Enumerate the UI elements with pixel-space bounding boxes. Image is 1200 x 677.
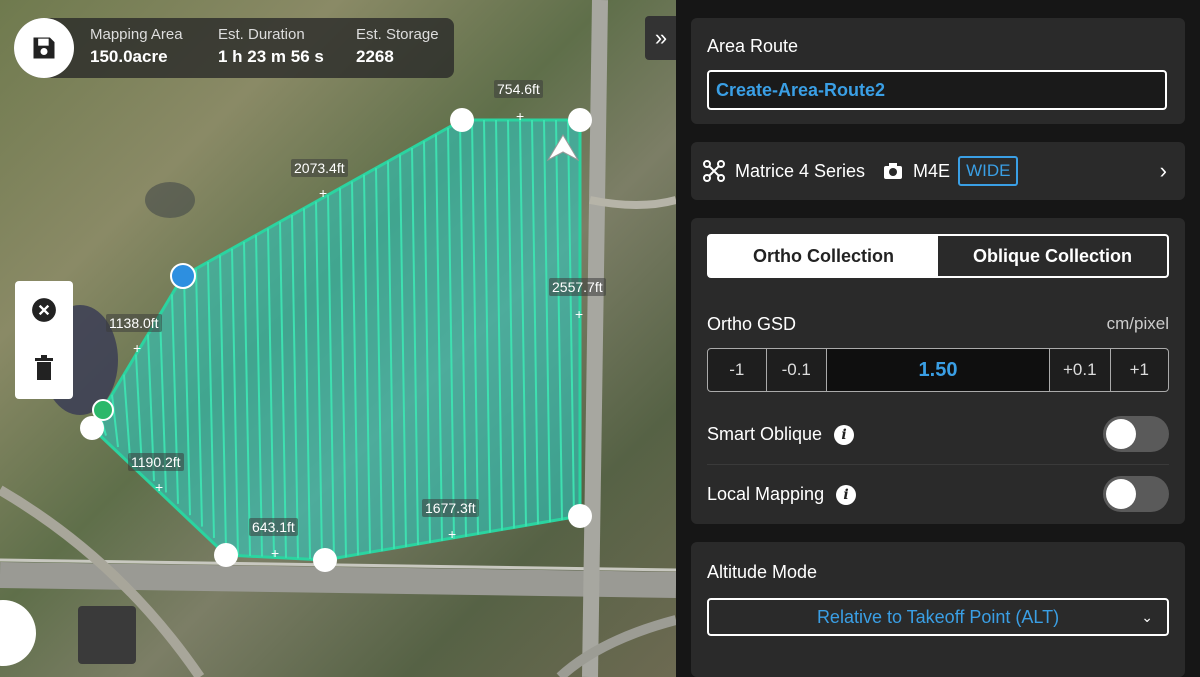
camera-model: M4E (913, 160, 951, 181)
stat-value: 150.0acre (90, 47, 168, 66)
save-icon (33, 37, 55, 59)
gsd-label: Ortho GSD (707, 314, 797, 334)
route-name-input[interactable]: Create-Area-Route2 (707, 70, 1167, 110)
smart-oblique-toggle[interactable] (1103, 416, 1169, 452)
chevron-down-icon: ⌄ (1141, 608, 1153, 625)
drone-icon (703, 160, 725, 182)
collapse-panel-button[interactable]: » (645, 16, 676, 60)
delete-button[interactable] (15, 339, 73, 397)
gsd-plus-0.1-button[interactable]: +0.1 (1050, 349, 1111, 391)
stat-mapping-area: Mapping Area 150.0acre (90, 26, 183, 67)
stat-label: Est. Duration (218, 26, 305, 43)
altitude-card: Altitude Mode Relative to Takeoff Point … (691, 542, 1185, 677)
gsd-stepper: -1 -0.1 1.50 +0.1 +1 (707, 348, 1169, 392)
divider (707, 464, 1169, 465)
gsd-minus-1-button[interactable]: -1 (708, 349, 767, 391)
edge-distance-label: 754.6ft (494, 80, 543, 98)
cancel-button[interactable] (15, 281, 73, 339)
double-chevron-right-icon: » (654, 25, 668, 50)
info-icon[interactable]: i (834, 424, 855, 445)
tab-oblique-collection[interactable]: Oblique Collection (938, 236, 1167, 276)
stat-value: 1 h 23 m 56 s (218, 47, 324, 66)
chevron-right-icon: › (1159, 158, 1167, 183)
camera-icon (884, 163, 903, 179)
edit-toolbar (15, 281, 73, 399)
stat-value: 2268 (356, 47, 394, 66)
smart-oblique-label: Smart Oblique (707, 424, 823, 444)
smart-oblique-row: Smart Oblique i (707, 424, 855, 445)
route-settings-panel: Area Route Create-Area-Route2 Matrice 4 … (676, 0, 1200, 677)
stat-est-storage: Est. Storage 2268 (356, 26, 439, 67)
gsd-unit: cm/pixel (1106, 314, 1169, 333)
edge-distance-label: 1138.0ft (106, 314, 162, 332)
edge-distance-label: 1190.2ft (128, 453, 184, 471)
collection-segmented-control: Ortho Collection Oblique Collection (707, 234, 1169, 278)
toggle-knob (1106, 419, 1136, 449)
info-icon[interactable]: i (836, 484, 857, 505)
minimap-toggle[interactable] (78, 606, 136, 664)
local-mapping-toggle[interactable] (1103, 476, 1169, 512)
altitude-mode-label: Altitude Mode (707, 562, 818, 582)
gsd-plus-1-button[interactable]: +1 (1111, 349, 1169, 391)
tab-ortho-collection[interactable]: Ortho Collection (709, 236, 938, 276)
gsd-minus-0.1-button[interactable]: -0.1 (767, 349, 827, 391)
map-view[interactable]: Mapping Area 150.0acre Est. Duration 1 h… (0, 0, 676, 677)
edge-distance-label: 2557.7ft (549, 278, 606, 296)
area-route-card: Area Route Create-Area-Route2 (691, 18, 1185, 124)
stat-label: Est. Storage (356, 26, 439, 43)
altitude-mode-select[interactable]: Relative to Takeoff Point (ALT) ⌄ (707, 598, 1169, 636)
local-mapping-row: Local Mapping i (707, 484, 857, 505)
stat-label: Mapping Area (90, 26, 183, 43)
edge-distance-label: 643.1ft (249, 518, 298, 536)
edge-distance-label: 2073.4ft (291, 159, 348, 177)
trash-icon (35, 355, 53, 380)
drone-model: Matrice 4 Series (735, 160, 866, 181)
altitude-mode-value: Relative to Takeoff Point (ALT) (816, 606, 1060, 627)
collection-settings-card: Ortho Collection Oblique Collection Orth… (691, 218, 1185, 524)
drone-selector[interactable]: Matrice 4 Series M4E WIDE › (691, 142, 1185, 200)
save-button[interactable] (14, 18, 74, 78)
area-route-title: Area Route (707, 36, 799, 56)
gsd-value-input[interactable]: 1.50 (826, 349, 1051, 391)
toggle-knob (1106, 479, 1136, 509)
local-mapping-label: Local Mapping (707, 484, 825, 504)
mission-stats-bar: Mapping Area 150.0acre Est. Duration 1 h… (14, 18, 454, 78)
stat-est-duration: Est. Duration 1 h 23 m 56 s (218, 26, 324, 67)
lens-badge: WIDE (958, 156, 1019, 186)
map-imagery (0, 0, 676, 677)
close-icon (32, 298, 56, 322)
edge-distance-label: 1677.3ft (422, 499, 479, 517)
